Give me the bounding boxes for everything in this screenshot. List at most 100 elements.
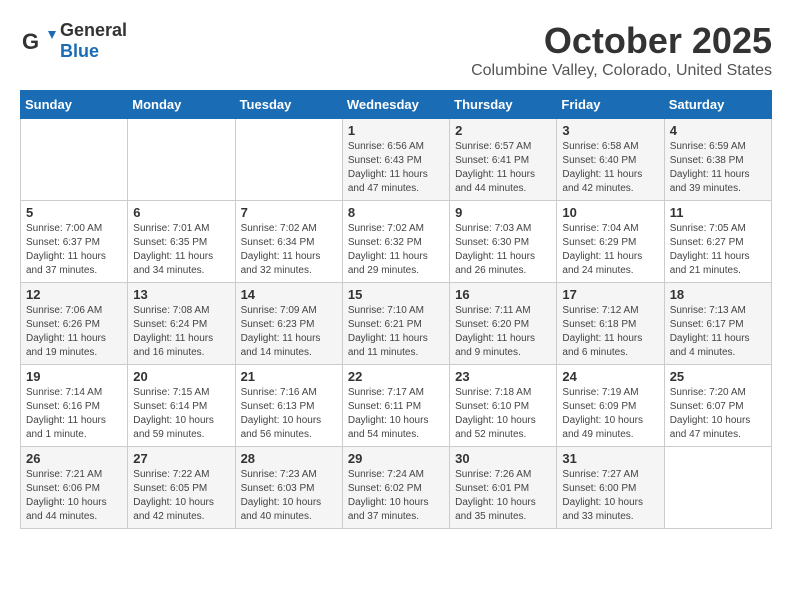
day-number: 1: [348, 123, 444, 138]
logo-icon: G: [20, 23, 56, 59]
day-info: Sunrise: 7:15 AM Sunset: 6:14 PM Dayligh…: [133, 386, 229, 442]
weekday-header: Tuesday: [235, 91, 342, 119]
day-number: 11: [670, 205, 766, 220]
calendar-cell: 3Sunrise: 6:58 AM Sunset: 6:40 PM Daylig…: [557, 119, 664, 201]
day-number: 10: [562, 205, 658, 220]
calendar-cell: 22Sunrise: 7:17 AM Sunset: 6:11 PM Dayli…: [342, 365, 449, 447]
day-number: 15: [348, 287, 444, 302]
calendar-cell: [664, 447, 771, 529]
day-info: Sunrise: 7:01 AM Sunset: 6:35 PM Dayligh…: [133, 222, 229, 278]
day-info: Sunrise: 7:12 AM Sunset: 6:18 PM Dayligh…: [562, 304, 658, 360]
day-info: Sunrise: 6:56 AM Sunset: 6:43 PM Dayligh…: [348, 140, 444, 196]
day-number: 19: [26, 369, 122, 384]
calendar-cell: 27Sunrise: 7:22 AM Sunset: 6:05 PM Dayli…: [128, 447, 235, 529]
day-info: Sunrise: 7:03 AM Sunset: 6:30 PM Dayligh…: [455, 222, 551, 278]
day-info: Sunrise: 7:17 AM Sunset: 6:11 PM Dayligh…: [348, 386, 444, 442]
day-number: 26: [26, 451, 122, 466]
day-number: 23: [455, 369, 551, 384]
calendar-cell: 23 Sunrise: 7:18 AM Sunset: 6:10 PM Dayli…: [450, 365, 557, 447]
calendar-cell: 19Sunrise: 7:14 AM Sunset: 6:16 PM Dayli…: [21, 365, 128, 447]
day-number: 18: [670, 287, 766, 302]
calendar-cell: 30 Sunrise: 7:26 AM Sunset: 6:01 PM Dayli…: [450, 447, 557, 529]
day-number: 7: [241, 205, 337, 220]
calendar-cell: 12 Sunrise: 7:06 AM Sunset: 6:26 PM Dayli…: [21, 283, 128, 365]
day-number: 13: [133, 287, 229, 302]
day-info: Sunrise: 7:24 AM Sunset: 6:02 PM Dayligh…: [348, 468, 444, 524]
day-info: Sunrise: 7:26 AM Sunset: 6:01 PM Dayligh…: [455, 468, 551, 524]
calendar-week-row: 19Sunrise: 7:14 AM Sunset: 6:16 PM Dayli…: [21, 365, 772, 447]
calendar-cell: 1 Sunrise: 6:56 AM Sunset: 6:43 PM Daylig…: [342, 119, 449, 201]
calendar-cell: 20 Sunrise: 7:15 AM Sunset: 6:14 PM Dayli…: [128, 365, 235, 447]
day-info: Sunrise: 7:11 AM Sunset: 6:20 PM Dayligh…: [455, 304, 551, 360]
weekday-header: Friday: [557, 91, 664, 119]
day-number: 20: [133, 369, 229, 384]
weekday-header: Wednesday: [342, 91, 449, 119]
calendar-cell: 4 Sunrise: 6:59 AM Sunset: 6:38 PM Daylig…: [664, 119, 771, 201]
day-number: 5: [26, 205, 122, 220]
calendar-cell: 21 Sunrise: 7:16 AM Sunset: 6:13 PM Dayli…: [235, 365, 342, 447]
day-number: 2: [455, 123, 551, 138]
day-info: Sunrise: 7:05 AM Sunset: 6:27 PM Dayligh…: [670, 222, 766, 278]
day-number: 31: [562, 451, 658, 466]
day-info: Sunrise: 7:02 AM Sunset: 6:32 PM Dayligh…: [348, 222, 444, 278]
calendar-cell: 16Sunrise: 7:11 AM Sunset: 6:20 PM Dayli…: [450, 283, 557, 365]
day-info: Sunrise: 7:18 AM Sunset: 6:10 PM Dayligh…: [455, 386, 551, 442]
day-info: Sunrise: 7:21 AM Sunset: 6:06 PM Dayligh…: [26, 468, 122, 524]
calendar-cell: 29Sunrise: 7:24 AM Sunset: 6:02 PM Dayli…: [342, 447, 449, 529]
day-info: Sunrise: 7:19 AM Sunset: 6:09 PM Dayligh…: [562, 386, 658, 442]
day-number: 4: [670, 123, 766, 138]
weekday-header: Saturday: [664, 91, 771, 119]
day-number: 24: [562, 369, 658, 384]
calendar-cell: 26 Sunrise: 7:21 AM Sunset: 6:06 PM Dayli…: [21, 447, 128, 529]
day-info: Sunrise: 6:59 AM Sunset: 6:38 PM Dayligh…: [670, 140, 766, 196]
calendar-week-row: 1 Sunrise: 6:56 AM Sunset: 6:43 PM Daylig…: [21, 119, 772, 201]
day-info: Sunrise: 7:23 AM Sunset: 6:03 PM Dayligh…: [241, 468, 337, 524]
day-info: Sunrise: 7:08 AM Sunset: 6:24 PM Dayligh…: [133, 304, 229, 360]
day-info: Sunrise: 7:20 AM Sunset: 6:07 PM Dayligh…: [670, 386, 766, 442]
calendar-cell: 11 Sunrise: 7:05 AM Sunset: 6:27 PM Dayli…: [664, 201, 771, 283]
calendar-cell: 2 Sunrise: 6:57 AM Sunset: 6:41 PM Daylig…: [450, 119, 557, 201]
day-number: 21: [241, 369, 337, 384]
day-number: 14: [241, 287, 337, 302]
logo-general-text: General: [60, 20, 127, 41]
calendar-cell: 15 Sunrise: 7:10 AM Sunset: 6:21 PM Dayli…: [342, 283, 449, 365]
day-info: Sunrise: 7:27 AM Sunset: 6:00 PM Dayligh…: [562, 468, 658, 524]
calendar-cell: [21, 119, 128, 201]
calendar-cell: 25Sunrise: 7:20 AM Sunset: 6:07 PM Dayli…: [664, 365, 771, 447]
calendar-cell: 10 Sunrise: 7:04 AM Sunset: 6:29 PM Dayli…: [557, 201, 664, 283]
day-info: Sunrise: 7:06 AM Sunset: 6:26 PM Dayligh…: [26, 304, 122, 360]
day-number: 6: [133, 205, 229, 220]
calendar-cell: 7 Sunrise: 7:02 AM Sunset: 6:34 PM Daylig…: [235, 201, 342, 283]
day-info: Sunrise: 7:16 AM Sunset: 6:13 PM Dayligh…: [241, 386, 337, 442]
calendar-cell: 6 Sunrise: 7:01 AM Sunset: 6:35 PM Daylig…: [128, 201, 235, 283]
logo: G General Blue: [20, 20, 127, 62]
calendar-cell: 9 Sunrise: 7:03 AM Sunset: 6:30 PM Daylig…: [450, 201, 557, 283]
day-info: Sunrise: 7:13 AM Sunset: 6:17 PM Dayligh…: [670, 304, 766, 360]
day-info: Sunrise: 7:10 AM Sunset: 6:21 PM Dayligh…: [348, 304, 444, 360]
weekday-header: Monday: [128, 91, 235, 119]
day-info: Sunrise: 7:02 AM Sunset: 6:34 PM Dayligh…: [241, 222, 337, 278]
calendar-cell: [128, 119, 235, 201]
calendar-cell: 14 Sunrise: 7:09 AM Sunset: 6:23 PM Dayli…: [235, 283, 342, 365]
calendar-cell: 8Sunrise: 7:02 AM Sunset: 6:32 PM Daylig…: [342, 201, 449, 283]
calendar-cell: 24 Sunrise: 7:19 AM Sunset: 6:09 PM Dayli…: [557, 365, 664, 447]
day-info: Sunrise: 7:04 AM Sunset: 6:29 PM Dayligh…: [562, 222, 658, 278]
day-number: 28: [241, 451, 337, 466]
day-info: Sunrise: 6:57 AM Sunset: 6:41 PM Dayligh…: [455, 140, 551, 196]
day-number: 12: [26, 287, 122, 302]
logo-blue-text: Blue: [60, 41, 127, 62]
day-number: 9: [455, 205, 551, 220]
calendar-cell: 13 Sunrise: 7:08 AM Sunset: 6:24 PM Dayli…: [128, 283, 235, 365]
calendar-header-row: SundayMondayTuesdayWednesdayThursdayFrid…: [21, 91, 772, 119]
weekday-header: Sunday: [21, 91, 128, 119]
calendar-week-row: 26 Sunrise: 7:21 AM Sunset: 6:06 PM Dayli…: [21, 447, 772, 529]
weekday-header: Thursday: [450, 91, 557, 119]
calendar-cell: 5Sunrise: 7:00 AM Sunset: 6:37 PM Daylig…: [21, 201, 128, 283]
calendar-cell: 28 Sunrise: 7:23 AM Sunset: 6:03 PM Dayli…: [235, 447, 342, 529]
day-number: 17: [562, 287, 658, 302]
header: G General Blue October 2025 Columbine Va…: [20, 20, 772, 80]
month-title: October 2025: [471, 20, 772, 62]
day-number: 30: [455, 451, 551, 466]
calendar-cell: 18 Sunrise: 7:13 AM Sunset: 6:17 PM Dayli…: [664, 283, 771, 365]
day-info: Sunrise: 7:09 AM Sunset: 6:23 PM Dayligh…: [241, 304, 337, 360]
